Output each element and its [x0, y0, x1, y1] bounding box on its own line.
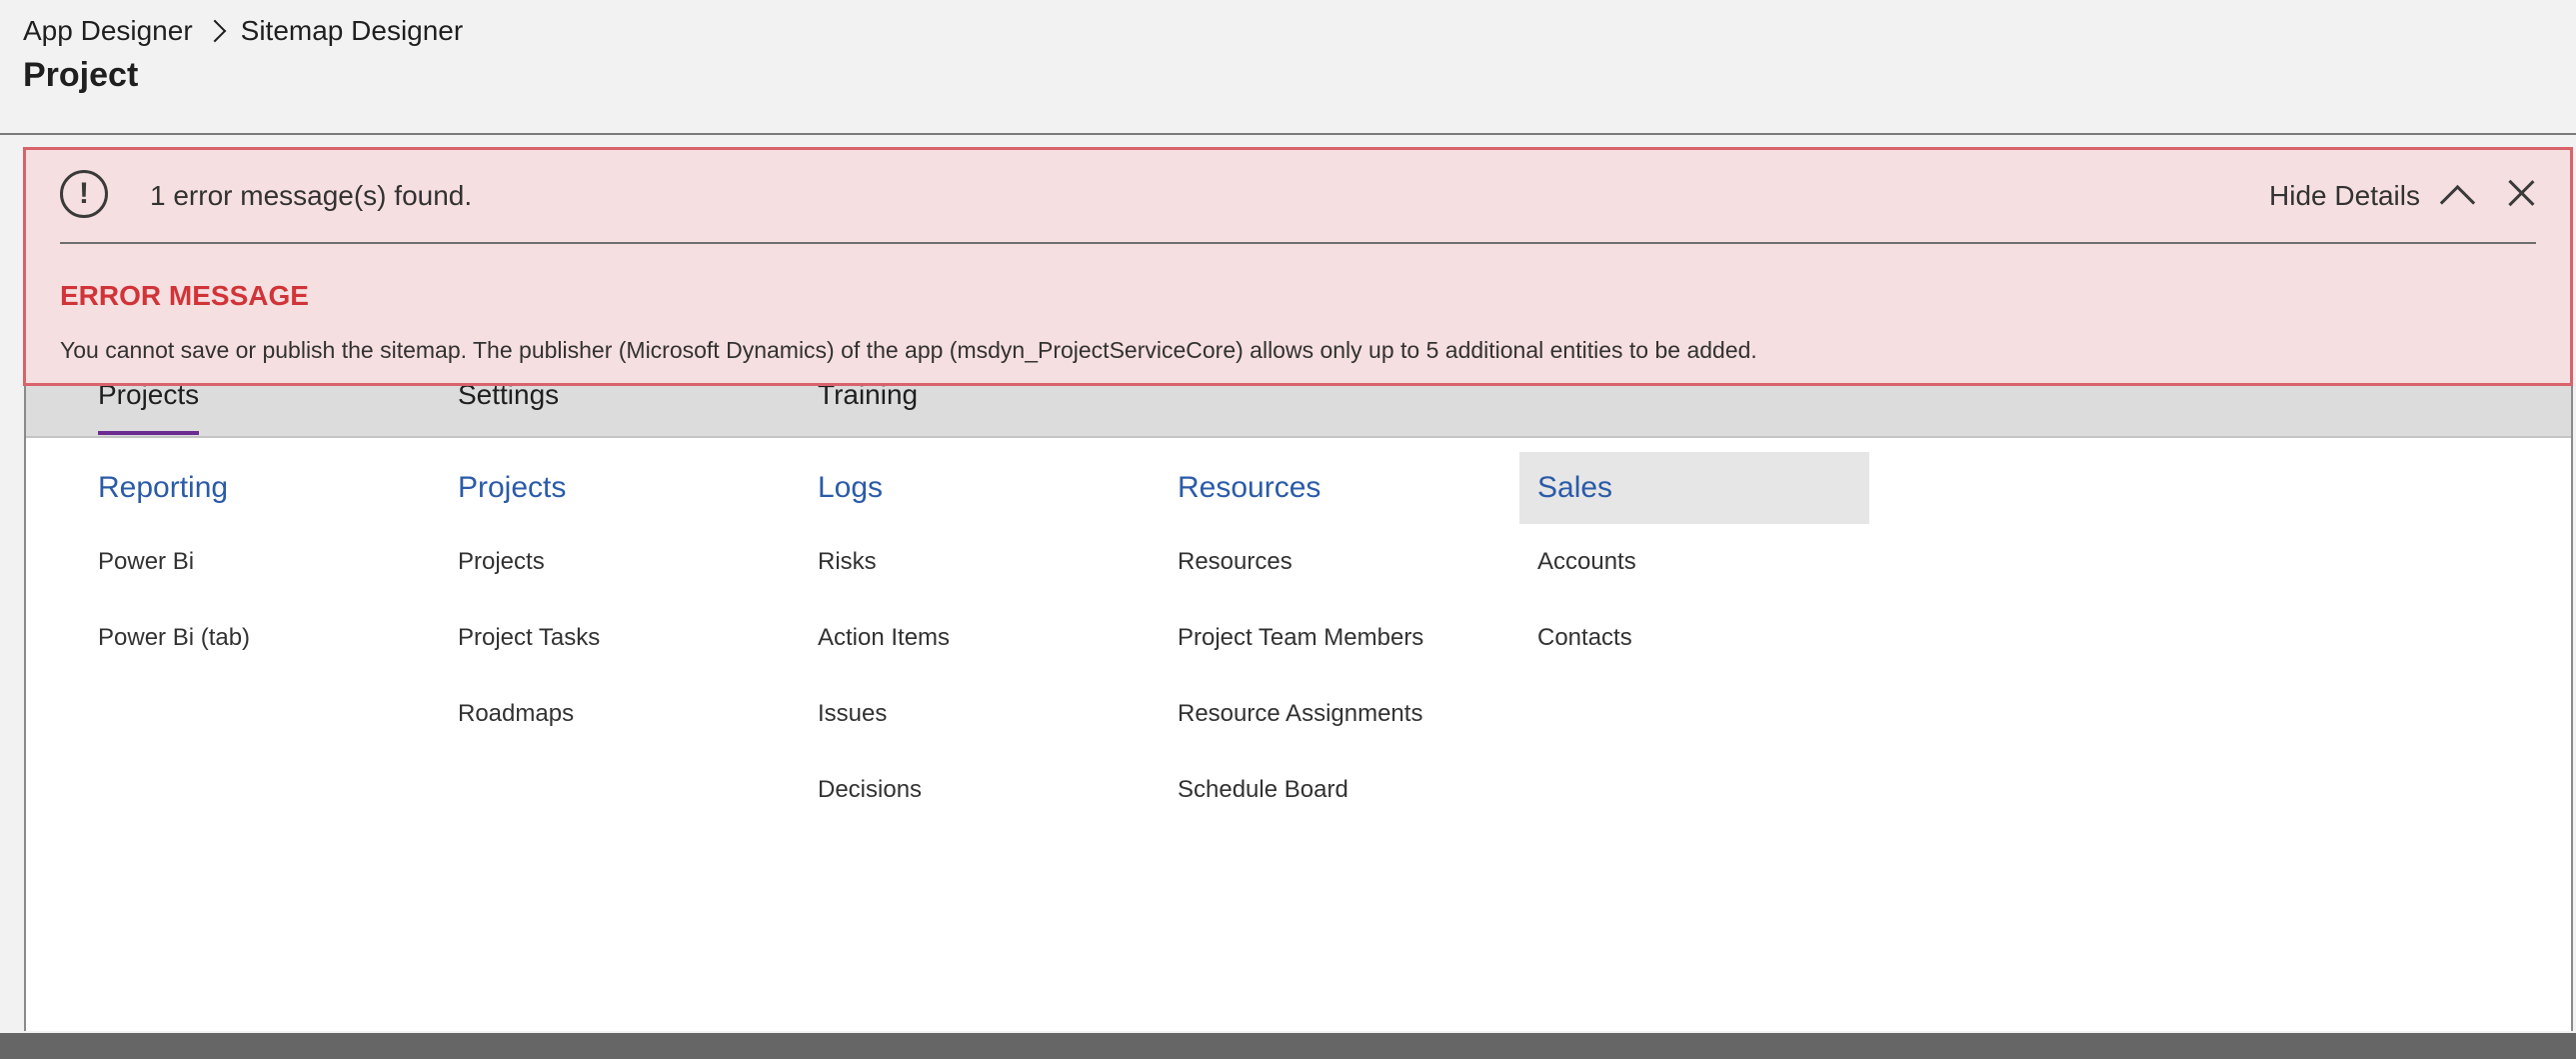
group-projects[interactable]: Projects Projects Project Tasks Roadmaps: [458, 438, 808, 752]
close-icon[interactable]: [2504, 176, 2538, 210]
subarea-item[interactable]: Resource Assignments: [1178, 676, 1527, 752]
error-summary: 1 error message(s) found.: [150, 180, 473, 211]
group-title[interactable]: Projects: [440, 452, 790, 524]
group-reporting[interactable]: Reporting Power Bi Power Bi (tab): [98, 438, 448, 676]
group-logs[interactable]: Logs Risks Action Items Issues Decisions: [818, 438, 1168, 828]
breadcrumb-app-designer[interactable]: App Designer: [23, 15, 193, 47]
error-message: You cannot save or publish the sitemap. …: [60, 337, 1757, 363]
subarea-item[interactable]: Risks: [818, 524, 1168, 600]
subarea-item[interactable]: Contacts: [1537, 600, 1887, 676]
group-sales[interactable]: Sales Accounts Contacts: [1519, 438, 1887, 676]
hide-details-button[interactable]: Hide Details: [2269, 180, 2420, 212]
page-title: Project: [23, 56, 139, 94]
exclamation-circle-icon: !: [60, 170, 108, 218]
footer-bar: [0, 1033, 2576, 1059]
error-notification: ! 1 error message(s) found. Hide Details…: [23, 147, 2573, 386]
subarea-item[interactable]: Resources: [1178, 524, 1527, 600]
subarea-item[interactable]: Project Tasks: [458, 600, 808, 676]
subarea-item[interactable]: Project Team Members: [1178, 600, 1527, 676]
group-title[interactable]: Resources: [1160, 452, 1509, 524]
subarea-item[interactable]: Projects: [458, 524, 808, 600]
chevron-up-icon[interactable]: [2439, 184, 2476, 221]
breadcrumb: App Designer Sitemap Designer: [23, 14, 463, 48]
divider: [60, 242, 2536, 244]
subarea-item[interactable]: Issues: [818, 676, 1168, 752]
subarea-item[interactable]: Action Items: [818, 600, 1168, 676]
subarea-item[interactable]: Roadmaps: [458, 676, 808, 752]
group-title-selected[interactable]: Sales: [1519, 452, 1869, 524]
subarea-item[interactable]: Power Bi (tab): [98, 600, 448, 676]
chevron-right-icon: [203, 19, 226, 43]
group-title[interactable]: Reporting: [80, 452, 430, 524]
group-title[interactable]: Logs: [800, 452, 1150, 524]
subarea-item[interactable]: Schedule Board: [1178, 752, 1527, 828]
subarea-item[interactable]: Decisions: [818, 752, 1168, 828]
subarea-item[interactable]: Power Bi: [98, 524, 448, 600]
group-resources[interactable]: Resources Resources Project Team Members…: [1178, 438, 1527, 828]
breadcrumb-sitemap-designer: Sitemap Designer: [240, 15, 464, 46]
subarea-item[interactable]: Accounts: [1537, 524, 1887, 600]
error-heading: ERROR MESSAGE: [60, 280, 309, 311]
page: App Designer Sitemap Designer Project Pr…: [0, 0, 2576, 1059]
page-header: App Designer Sitemap Designer Project: [0, 0, 2576, 135]
